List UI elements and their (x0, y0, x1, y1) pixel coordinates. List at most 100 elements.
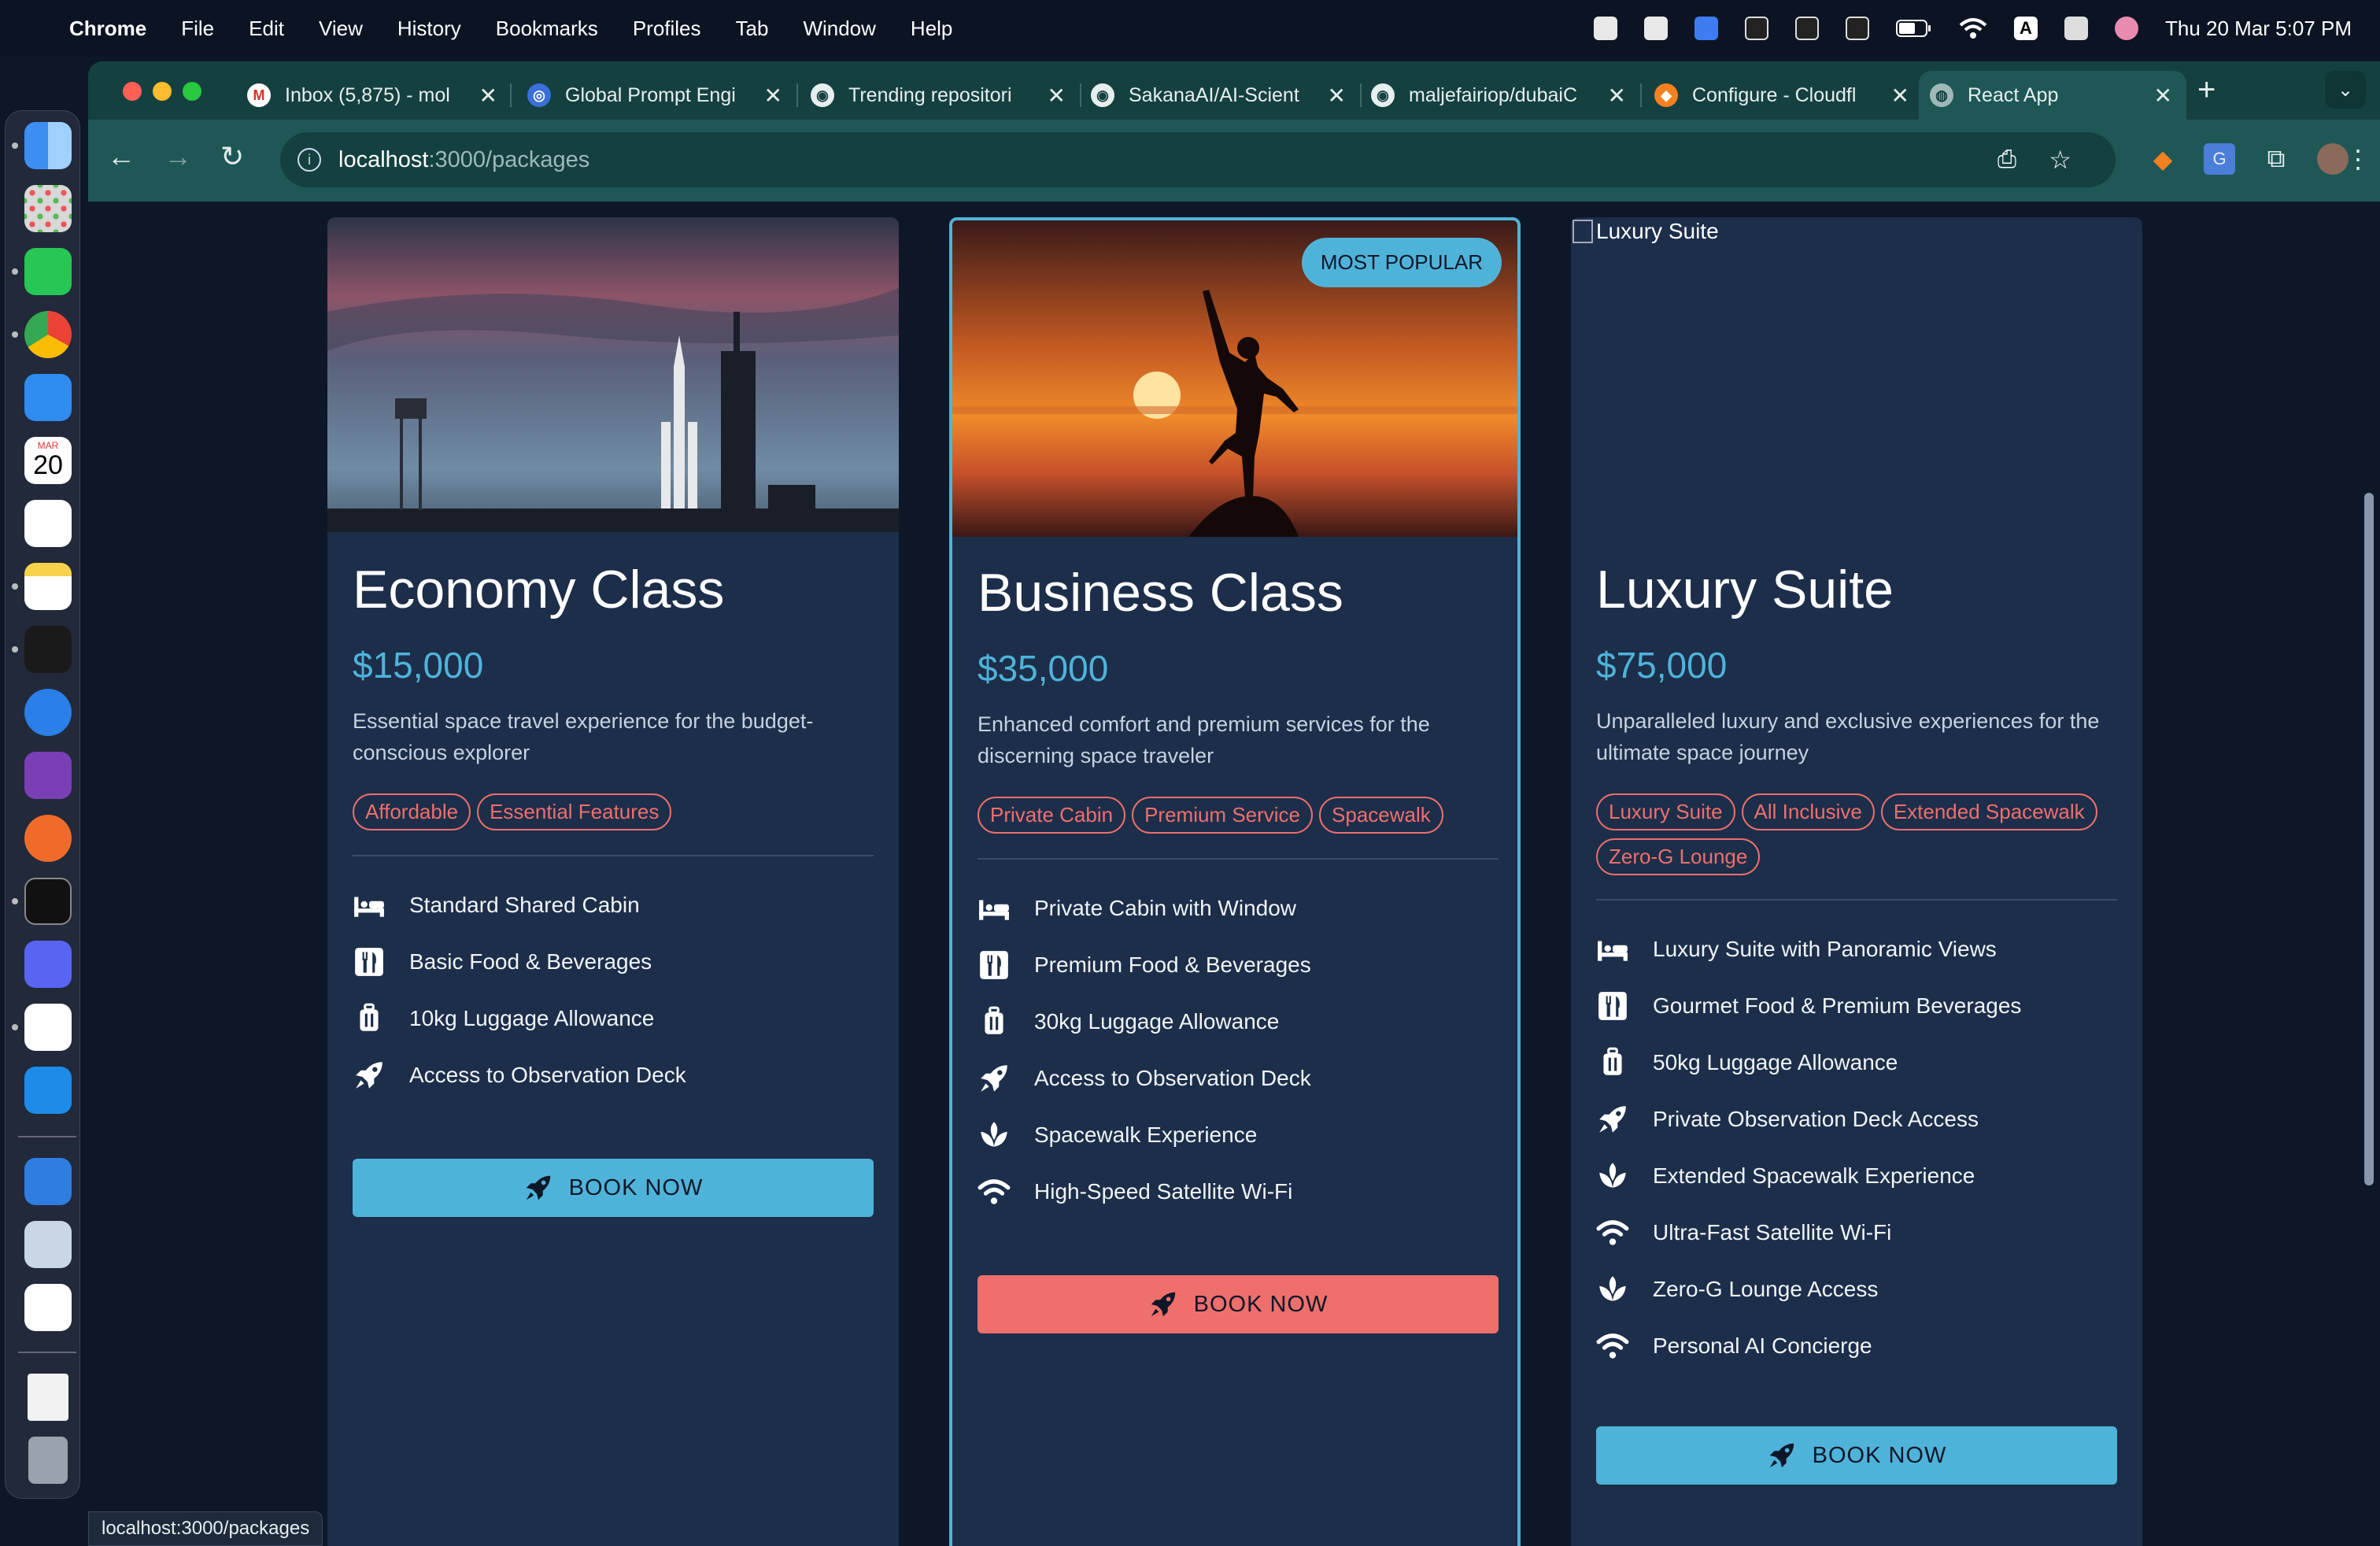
github-desktop-icon[interactable] (24, 752, 72, 799)
book-now-button[interactable]: BOOK NOW (353, 1159, 874, 1217)
tab-search-chevron-icon[interactable]: ⌄ (2325, 71, 2366, 109)
chrome-icon[interactable] (24, 311, 72, 358)
forward-arrow-icon[interactable]: → (164, 140, 192, 173)
extensions-puzzle-icon[interactable]: ⧉ (2260, 143, 2292, 175)
site-info-icon[interactable]: i (298, 148, 321, 172)
docker-icon[interactable] (24, 1067, 72, 1114)
menubar-clock[interactable]: Thu 20 Mar 5:07 PM (2165, 17, 2352, 41)
menu-tab[interactable]: Tab (736, 17, 769, 41)
menu-edit[interactable]: Edit (249, 17, 284, 41)
minimize-window-button[interactable] (153, 82, 172, 101)
terminal-icon[interactable] (24, 878, 72, 925)
control-center-icon[interactable] (2064, 17, 2088, 40)
status-app-icon[interactable] (1694, 17, 1718, 40)
discord-icon[interactable] (24, 941, 72, 988)
menu-help[interactable]: Help (911, 17, 952, 41)
book-now-button[interactable]: BOOK NOW (1596, 1426, 2117, 1485)
menu-app-name[interactable]: Chrome (69, 17, 146, 41)
feature-label: Private Observation Deck Access (1653, 1107, 1979, 1131)
launchpad-icon[interactable] (24, 185, 72, 232)
close-tab-icon[interactable]: ✕ (1608, 83, 1626, 109)
feature-label: Standard Shared Cabin (409, 893, 640, 917)
trash-icon[interactable] (28, 1437, 68, 1484)
metamask-icon[interactable]: ◆ (2147, 143, 2179, 175)
close-tab-icon[interactable]: ✕ (2154, 83, 2172, 109)
wifi-status-icon[interactable] (1959, 17, 1987, 39)
chrome-menu-icon[interactable]: ⋮ (2345, 143, 2371, 175)
docker-status-icon[interactable] (1745, 17, 1768, 40)
document-icon[interactable] (28, 1374, 68, 1421)
wifi-icon (1596, 1333, 1629, 1359)
translate-icon[interactable]: G (2204, 143, 2235, 175)
close-tab-icon[interactable]: ✕ (1891, 83, 1909, 109)
status-app-icon[interactable] (1594, 17, 1617, 40)
menu-file[interactable]: File (181, 17, 214, 41)
mail-icon[interactable] (24, 374, 72, 421)
utensils-icon (1598, 992, 1627, 1020)
tab-github-dubai[interactable]: ◉ maljefairiop/dubaiC ✕ (1360, 71, 1640, 120)
preview-icon[interactable] (24, 1221, 72, 1268)
chatgpt-icon[interactable] (24, 1004, 72, 1051)
feature-label: Zero-G Lounge Access (1653, 1277, 1879, 1301)
finder-icon[interactable] (24, 122, 72, 169)
zoom-window-button[interactable] (183, 82, 201, 101)
close-tab-icon[interactable]: ✕ (1048, 83, 1066, 109)
feature-item: Zero-G Lounge Access (1596, 1269, 1878, 1310)
package-card-luxury: Luxury Suite Luxury Suite $75,000 Unpara… (1571, 217, 2142, 1546)
whatsapp-icon[interactable] (24, 248, 72, 295)
menu-profiles[interactable]: Profiles (633, 17, 701, 41)
tab-title: Inbox (5,875) - mol (285, 83, 450, 106)
bookmark-star-icon[interactable]: ☆ (2049, 145, 2071, 175)
tab-github-sakana[interactable]: ◉ SakanaAI/AI-Scient ✕ (1080, 71, 1360, 120)
feature-label: High-Speed Satellite Wi-Fi (1034, 1179, 1293, 1204)
menu-history[interactable]: History (397, 17, 461, 41)
close-tab-icon[interactable]: ✕ (1328, 83, 1346, 109)
install-app-icon[interactable]: ⎙ (1998, 146, 2016, 173)
card-divider (353, 855, 874, 856)
safari-icon[interactable] (24, 689, 72, 736)
close-tab-icon[interactable]: ✕ (479, 83, 497, 109)
input-source-icon[interactable]: A (2014, 17, 2038, 40)
package-title: Business Class (978, 563, 1343, 623)
tab-cloudflare[interactable]: ◆ Configure - Cloudfl ✕ (1643, 71, 1924, 120)
address-bar[interactable]: i localhost:3000/packages ⎙ ☆ (280, 132, 2116, 187)
profile-avatar[interactable] (2317, 143, 2349, 175)
tab-title: Configure - Cloudfl (1692, 83, 1857, 106)
tab-github-trending[interactable]: ◉ Trending repositori ✕ (800, 71, 1080, 120)
cursor-icon[interactable] (24, 626, 72, 673)
menu-window[interactable]: Window (803, 17, 875, 41)
ollama-icon[interactable] (24, 1284, 72, 1331)
close-window-button[interactable] (123, 82, 142, 101)
back-arrow-icon[interactable]: ← (107, 140, 135, 173)
wifi-icon (978, 1179, 1011, 1204)
chatgpt-status-icon[interactable] (1846, 17, 1869, 40)
tab-react-app[interactable]: ◍ React App ✕ (1919, 71, 2186, 120)
status-app-icon[interactable] (1644, 17, 1668, 40)
postman-icon[interactable] (24, 815, 72, 862)
github-icon: ◉ (811, 83, 834, 107)
reminders-icon[interactable] (24, 500, 72, 547)
feature-item: Access to Observation Deck (353, 1055, 686, 1096)
keynote-icon[interactable] (24, 1158, 72, 1205)
rocket-icon (356, 1062, 382, 1089)
feature-item: Access to Observation Deck (978, 1058, 1311, 1099)
status-app-icon[interactable] (1795, 17, 1819, 40)
menu-bookmarks[interactable]: Bookmarks (496, 17, 598, 41)
book-now-label: BOOK NOW (1812, 1442, 1947, 1468)
new-tab-button[interactable]: + (2197, 72, 2216, 108)
siri-icon[interactable] (2115, 17, 2138, 40)
package-tags: Affordable Essential Features (353, 793, 888, 830)
reload-icon[interactable]: ↻ (220, 140, 244, 173)
book-now-button[interactable]: BOOK NOW (978, 1275, 1499, 1333)
battery-icon[interactable] (1896, 18, 1932, 39)
tab-title: Trending repositori (848, 83, 1012, 106)
page-scrollbar[interactable] (2364, 493, 2374, 1185)
calendar-icon[interactable]: MAR 20 (24, 437, 72, 484)
feature-item: 10kg Luggage Allowance (353, 998, 654, 1039)
menu-view[interactable]: View (319, 17, 363, 41)
tab-prompt-engineering[interactable]: ◎ Global Prompt Engi ✕ (516, 71, 796, 120)
close-tab-icon[interactable]: ✕ (764, 83, 782, 109)
tab-gmail[interactable]: M Inbox (5,875) - mol ✕ (236, 71, 512, 120)
feature-label: Luxury Suite with Panoramic Views (1653, 937, 1997, 961)
notes-icon[interactable] (24, 563, 72, 610)
